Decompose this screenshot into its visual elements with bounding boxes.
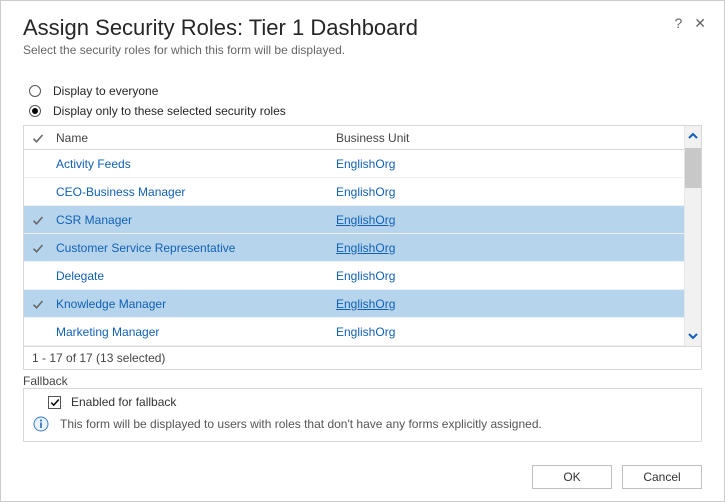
row-name-cell: CEO-Business Manager [52,185,332,199]
row-bu-cell: EnglishOrg [332,213,684,227]
scroll-up-icon[interactable] [685,126,701,146]
role-name-link[interactable]: CEO-Business Manager [56,185,185,199]
display-selected-label: Display only to these selected security … [53,104,286,118]
help-icon[interactable]: ? [674,15,682,32]
scrollbar[interactable] [684,126,701,346]
row-name-cell: Marketing Manager [52,325,332,339]
fallback-checkbox[interactable] [48,396,61,409]
role-name-link[interactable]: Customer Service Representative [56,241,235,255]
ok-button[interactable]: OK [532,465,612,489]
row-bu-cell: EnglishOrg [332,269,684,283]
scroll-thumb[interactable] [685,148,701,188]
row-check-icon[interactable] [24,298,52,310]
row-check-icon[interactable] [24,214,52,226]
grid-header: Name Business Unit [24,126,684,150]
role-name-link[interactable]: Knowledge Manager [56,297,166,311]
display-everyone-label: Display to everyone [53,84,158,98]
table-row[interactable]: Customer Service Representative EnglishOr… [24,234,684,262]
row-bu-cell: EnglishOrg [332,325,684,339]
radio-icon [29,105,41,117]
row-name-cell: CSR Manager [52,213,332,227]
role-name-link[interactable]: CSR Manager [56,213,132,227]
table-row[interactable]: Knowledge Manager EnglishOrg [24,290,684,318]
fallback-section-title: Fallback [23,374,702,388]
row-name-cell: Knowledge Manager [52,297,332,311]
role-name-link[interactable]: Marketing Manager [56,325,159,339]
business-unit-link[interactable]: EnglishOrg [336,325,395,339]
row-check-icon[interactable] [24,158,52,170]
row-bu-cell: EnglishOrg [332,241,684,255]
table-row[interactable]: Delegate EnglishOrg [24,262,684,290]
dialog-title: Assign Security Roles: Tier 1 Dashboard [23,15,702,41]
dialog-subtitle: Select the security roles for which this… [23,43,702,57]
display-selected-option[interactable]: Display only to these selected security … [23,101,702,121]
business-unit-link[interactable]: EnglishOrg [336,297,395,311]
grid-footer: 1 - 17 of 17 (13 selected) [23,347,702,370]
table-row[interactable]: CSR Manager EnglishOrg [24,206,684,234]
roles-grid: Name Business Unit Activity Feeds English… [23,125,702,347]
business-unit-link[interactable]: EnglishOrg [336,157,395,171]
column-header-name[interactable]: Name [52,131,332,145]
table-row[interactable]: Marketing Manager EnglishOrg [24,318,684,346]
business-unit-link[interactable]: EnglishOrg [336,185,395,199]
fallback-section: Enabled for fallback This form will be d… [23,388,702,442]
table-row[interactable]: CEO-Business Manager EnglishOrg [24,178,684,206]
row-check-icon[interactable] [24,270,52,282]
cancel-button[interactable]: Cancel [622,465,702,489]
row-name-cell: Customer Service Representative [52,241,332,255]
radio-icon [29,85,41,97]
display-everyone-option[interactable]: Display to everyone [23,81,702,101]
role-name-link[interactable]: Delegate [56,269,104,283]
business-unit-link[interactable]: EnglishOrg [336,213,395,227]
business-unit-link[interactable]: EnglishOrg [336,241,395,255]
fallback-info-text: This form will be displayed to users wit… [60,417,542,431]
scroll-down-icon[interactable] [685,326,701,346]
row-name-cell: Activity Feeds [52,157,332,171]
row-bu-cell: EnglishOrg [332,157,684,171]
fallback-checkbox-label: Enabled for fallback [71,395,176,409]
business-unit-link[interactable]: EnglishOrg [336,269,395,283]
select-all-checkbox[interactable] [24,132,52,144]
row-check-icon[interactable] [24,326,52,338]
column-header-business-unit[interactable]: Business Unit [332,131,684,145]
row-bu-cell: EnglishOrg [332,297,684,311]
row-bu-cell: EnglishOrg [332,185,684,199]
row-check-icon[interactable] [24,242,52,254]
role-name-link[interactable]: Activity Feeds [56,157,131,171]
table-row[interactable]: Activity Feeds EnglishOrg [24,150,684,178]
info-icon [32,415,50,433]
close-icon[interactable]: ✕ [694,15,706,32]
row-name-cell: Delegate [52,269,332,283]
row-check-icon[interactable] [24,186,52,198]
